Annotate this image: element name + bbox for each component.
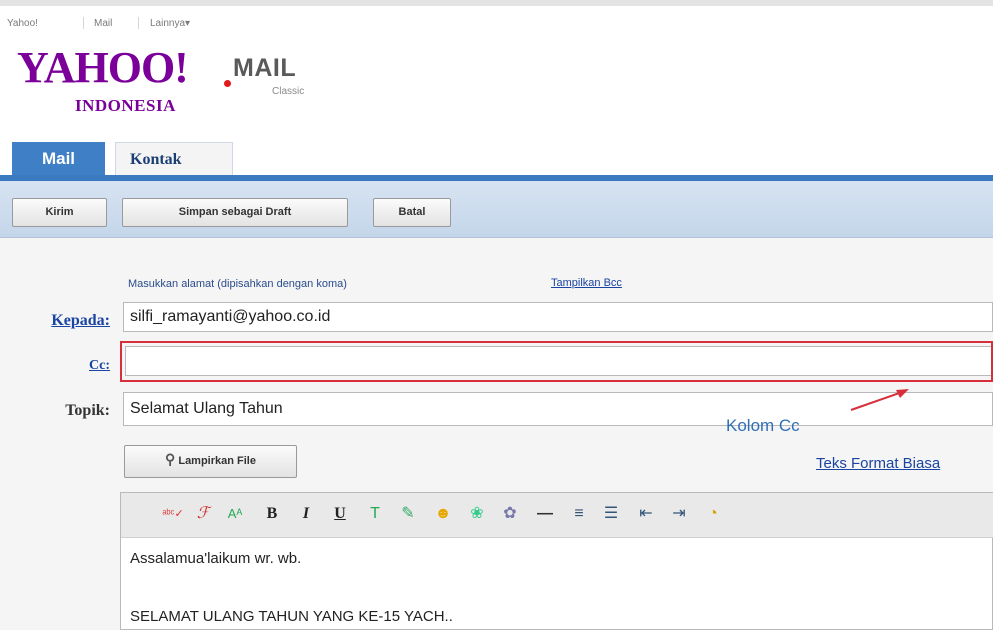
indent-icon[interactable]: ⇥	[666, 499, 692, 529]
tab-mail[interactable]: Mail	[12, 142, 105, 177]
text-color-icon[interactable]: T	[362, 499, 388, 529]
top-divider	[83, 17, 84, 29]
editor-line: Assalamua'laikum wr. wb.	[130, 550, 302, 567]
send-button[interactable]: Kirim	[12, 198, 107, 227]
spellcheck-icon[interactable]: ᵃᵇᶜ✓	[160, 499, 186, 529]
logo-product-mail: MAIL	[233, 54, 297, 82]
top-nav-bar: Yahoo! Mail Lainnya▾	[0, 0, 993, 42]
top-link-mail[interactable]: Mail	[94, 18, 112, 29]
bold-icon[interactable]: B	[259, 499, 285, 529]
save-draft-button[interactable]: Simpan sebagai Draft	[122, 198, 348, 227]
paperclip-icon: ⚲	[165, 451, 176, 467]
top-link-more[interactable]: Lainnya▾	[150, 18, 190, 29]
emoticon-icon[interactable]: ☻	[430, 499, 456, 529]
top-link-yahoo[interactable]: Yahoo!	[7, 18, 38, 29]
logo-edition: Classic	[272, 86, 305, 97]
logo-indonesia: INDONESIA	[75, 96, 176, 115]
bullet-list-icon[interactable]: ☰	[598, 499, 624, 529]
cc-highlight-box	[120, 341, 993, 382]
image-icon[interactable]: ❀	[464, 499, 490, 529]
stationery-icon[interactable]: ✿	[497, 499, 523, 529]
align-icon[interactable]: ≡	[566, 499, 592, 529]
show-bcc-link[interactable]: Tampilkan Bcc	[551, 277, 622, 289]
cc-label-link[interactable]: Cc:	[60, 358, 110, 374]
horizontal-rule-icon[interactable]: —	[532, 499, 558, 529]
font-size-icon[interactable]: Aᴬ	[222, 499, 248, 529]
highlight-icon[interactable]: ✎	[395, 499, 421, 529]
to-label-link[interactable]: Kepada:	[34, 312, 110, 330]
annotation-label: Kolom Cc	[726, 416, 800, 435]
font-icon[interactable]: ℱ	[190, 499, 216, 529]
yahoo-logo[interactable]: YAHOO!	[17, 46, 189, 90]
address-hint: Masukkan alamat (dipisahkan dengan koma)	[128, 278, 347, 290]
subject-label: Topik:	[65, 402, 110, 419]
to-field[interactable]: silfi_ramayanti@yahoo.co.id	[123, 302, 993, 332]
plain-text-link[interactable]: Teks Format Biasa	[816, 455, 940, 472]
cancel-button[interactable]: Batal	[373, 198, 451, 227]
more-icon[interactable]: ◔	[700, 499, 726, 529]
italic-icon[interactable]: I	[293, 499, 319, 529]
attach-file-button[interactable]: ⚲ Lampirkan File	[124, 445, 297, 478]
attach-file-label: Lampirkan File	[178, 455, 256, 467]
top-divider	[138, 17, 139, 29]
tab-kontak[interactable]: Kontak	[115, 142, 233, 177]
compose-toolbar: Kirim Simpan sebagai Draft Batal	[0, 181, 993, 238]
underline-icon[interactable]: U	[327, 499, 353, 529]
outdent-icon[interactable]: ⇤	[633, 499, 659, 529]
editor-line: SELAMAT ULANG TAHUN YANG KE-15 YACH..	[130, 608, 453, 625]
annotation-arrow-icon	[850, 389, 909, 411]
logo-registered-dot	[224, 80, 231, 87]
